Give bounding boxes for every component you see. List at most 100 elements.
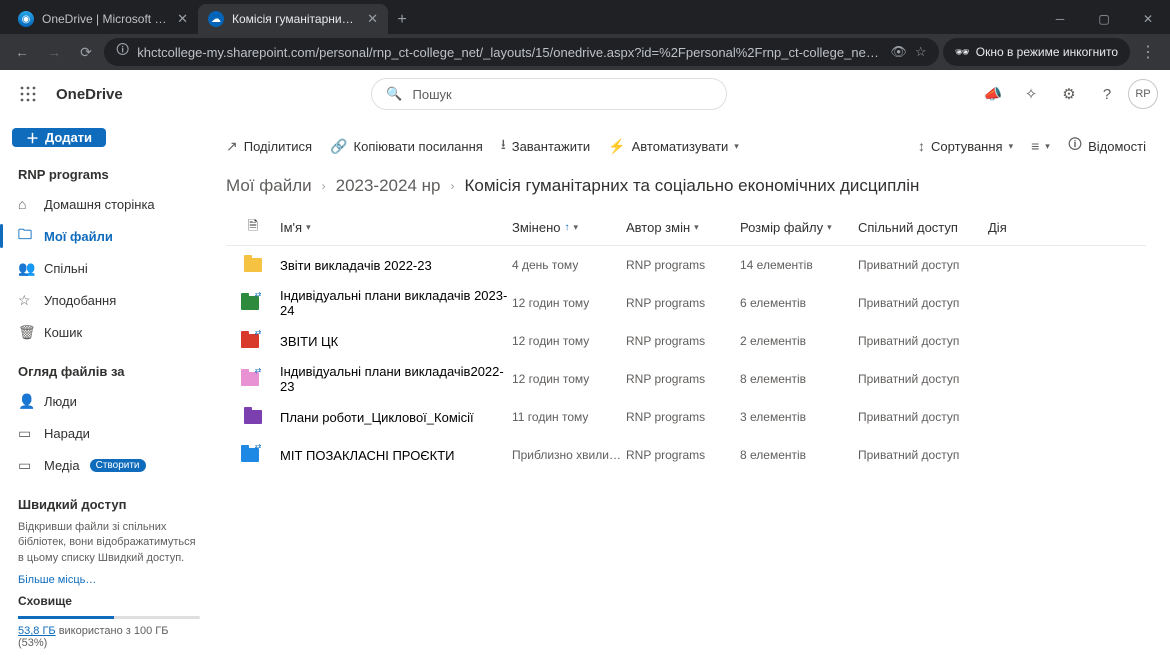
onedrive-favicon-icon: ◉	[18, 11, 34, 27]
sidebar-item[interactable]: 🗀Мої файли	[8, 220, 210, 252]
sidebar-item[interactable]: ▭МедіаСтворити	[8, 449, 210, 481]
row-name[interactable]: Індивідуальні плани викладачів2022-23	[280, 364, 512, 394]
automate-icon: ⚡	[608, 138, 625, 155]
suite-title[interactable]: OneDrive	[56, 86, 123, 103]
main-area: ↗Поділитися 🔗Копіювати посилання ⭳Завант…	[218, 118, 1170, 658]
suite-header: OneDrive 🔍 Пошук 📣 ✧ ⚙ ? RP	[0, 70, 1170, 118]
nav-icon: ▭	[18, 425, 34, 442]
sidebar-item[interactable]: ☆Уподобання	[8, 284, 210, 316]
storage-used-link[interactable]: 53,8 ГБ	[18, 625, 56, 637]
row-name[interactable]: Звіти викладачів 2022-23	[280, 258, 512, 273]
sort-button[interactable]: ↕Сортування▾	[918, 138, 1013, 154]
browser-menu-button[interactable]: ⋮	[1134, 38, 1162, 66]
chevron-down-icon: ▾	[306, 222, 311, 233]
url-omnibox[interactable]: 🛈 khctcollege-my.sharepoint.com/personal…	[104, 38, 939, 66]
tab-title: OneDrive | Microsoft 365	[42, 12, 169, 26]
storage-title: Сховище	[18, 594, 200, 608]
incognito-badge[interactable]: 🕶 Окно в режиме инкогнито	[943, 38, 1131, 66]
breadcrumb-item[interactable]: Мої файли	[226, 176, 312, 196]
column-header-sharing[interactable]: Спільний доступ	[858, 220, 988, 235]
column-header-name[interactable]: Ім'я▾	[280, 220, 512, 235]
automate-button[interactable]: ⚡Автоматизувати▾	[608, 138, 739, 155]
copy-link-button[interactable]: 🔗Копіювати посилання	[330, 138, 483, 155]
close-icon[interactable]: ✕	[177, 11, 188, 27]
new-tab-button[interactable]: +	[388, 6, 416, 34]
sidebar-item-label: Домашня сторінка	[44, 197, 155, 212]
chevron-down-icon: ▾	[1009, 141, 1014, 152]
file-icon: 🗎	[248, 217, 258, 239]
sidebar-item[interactable]: 👥Спільні	[8, 252, 210, 284]
table-row[interactable]: ⇄ Індивідуальні плани викладачів2022-23 …	[226, 360, 1146, 398]
chevron-right-icon: ›	[450, 179, 454, 193]
row-name[interactable]: Плани роботи_Циклової_Комісії	[280, 410, 512, 425]
row-sharing[interactable]: Приватний доступ	[858, 410, 988, 424]
browser-tab[interactable]: ◉ OneDrive | Microsoft 365 ✕	[8, 4, 198, 34]
sidebar-item[interactable]: ⌂Домашня сторінка	[8, 188, 210, 220]
more-places-link[interactable]: Більше місць…	[8, 574, 210, 586]
create-badge: Створити	[90, 459, 146, 472]
row-name[interactable]: ЗВІТИ ЦК	[280, 334, 512, 349]
row-name[interactable]: Індивідуальні плани викладачів 2023-24	[280, 288, 512, 318]
sidebar-item[interactable]: ▭Наради	[8, 417, 210, 449]
column-header-action[interactable]: Дія	[988, 220, 1048, 235]
eye-off-icon[interactable]: 👁	[890, 44, 907, 60]
back-button[interactable]: ←	[8, 38, 36, 66]
help-icon[interactable]: ?	[1090, 77, 1124, 111]
sidebar-item-label: Люди	[44, 394, 77, 409]
row-sharing[interactable]: Приватний доступ	[858, 372, 988, 386]
site-info-icon[interactable]: 🛈	[116, 41, 129, 63]
row-author: RNP programs	[626, 372, 740, 386]
minimize-icon[interactable]: ─	[1038, 4, 1082, 34]
row-sharing[interactable]: Приватний доступ	[858, 334, 988, 348]
row-author: RNP programs	[626, 448, 740, 462]
sort-icon: ↕	[918, 138, 925, 154]
column-header-modified[interactable]: Змінено ↑▾	[512, 220, 626, 235]
sidebar-item[interactable]: 👤Люди	[8, 385, 210, 417]
column-header-type[interactable]: 🗎	[226, 217, 280, 239]
breadcrumb-item[interactable]: 2023-2024 нр	[336, 176, 441, 196]
bookmark-icon[interactable]: ☆	[915, 44, 927, 60]
app-launcher-icon[interactable]	[12, 78, 44, 110]
row-sharing[interactable]: Приватний доступ	[858, 258, 988, 272]
share-button[interactable]: ↗Поділитися	[226, 138, 312, 155]
column-header-row: 🗎 Ім'я▾ Змінено ↑▾ Автор змін▾ Розмір фа…	[226, 210, 1146, 246]
download-button[interactable]: ⭳Завантажити	[501, 134, 590, 158]
settings-icon[interactable]: ⚙	[1052, 77, 1086, 111]
row-icon-cell: ⇄	[226, 334, 280, 348]
maximize-icon[interactable]: ▢	[1082, 4, 1126, 34]
close-window-icon[interactable]: ✕	[1126, 4, 1170, 34]
reload-button[interactable]: ⟳	[72, 38, 100, 66]
row-sharing[interactable]: Приватний доступ	[858, 448, 988, 462]
chevron-down-icon: ▾	[827, 222, 832, 233]
forward-button[interactable]: →	[40, 38, 68, 66]
avatar[interactable]: RP	[1128, 79, 1158, 109]
close-icon[interactable]: ✕	[367, 11, 378, 27]
column-header-author[interactable]: Автор змін▾	[626, 220, 740, 235]
url-text: khctcollege-my.sharepoint.com/personal/r…	[137, 45, 882, 60]
browser-tab[interactable]: ☁ Комісія гуманітарних та соціа… ✕	[198, 4, 388, 34]
share-icon: ↗	[226, 138, 238, 155]
row-sharing[interactable]: Приватний доступ	[858, 296, 988, 310]
table-row[interactable]: Звіти викладачів 2022-23 4 день тому RNP…	[226, 246, 1146, 284]
sidebar-item-label: Медіа	[44, 458, 80, 473]
row-name[interactable]: МІТ ПОЗАКЛАСНІ ПРОЄКТИ	[280, 448, 512, 463]
table-row[interactable]: ⇄ Індивідуальні плани викладачів 2023-24…	[226, 284, 1146, 322]
table-row[interactable]: ⇄ МІТ ПОЗАКЛАСНІ ПРОЄКТИ Приблизно хвили…	[226, 436, 1146, 474]
table-row[interactable]: ⇄ ЗВІТИ ЦК 12 годин тому RNP programs 2 …	[226, 322, 1146, 360]
row-icon-cell	[226, 410, 280, 424]
folder-icon	[244, 410, 262, 424]
link-icon: 🔗	[330, 138, 347, 155]
sidebar-item[interactable]: 🗑Кошик	[8, 316, 210, 348]
chevron-right-icon: ›	[322, 179, 326, 193]
quick-access-title: Швидкий доступ	[8, 491, 210, 518]
premium-icon[interactable]: ✧	[1014, 77, 1048, 111]
column-header-size[interactable]: Розмір файлу▾	[740, 220, 858, 235]
table-row[interactable]: Плани роботи_Циклової_Комісії 11 годин т…	[226, 398, 1146, 436]
row-author: RNP programs	[626, 334, 740, 348]
megaphone-icon[interactable]: 📣	[976, 77, 1010, 111]
view-button[interactable]: ≡▾	[1031, 138, 1050, 154]
details-button[interactable]: 🛈Відомості	[1068, 134, 1146, 158]
add-button[interactable]: ＋ Додати	[12, 128, 106, 147]
row-modified: 12 годин тому	[512, 334, 626, 348]
search-input[interactable]: 🔍 Пошук	[371, 78, 727, 110]
